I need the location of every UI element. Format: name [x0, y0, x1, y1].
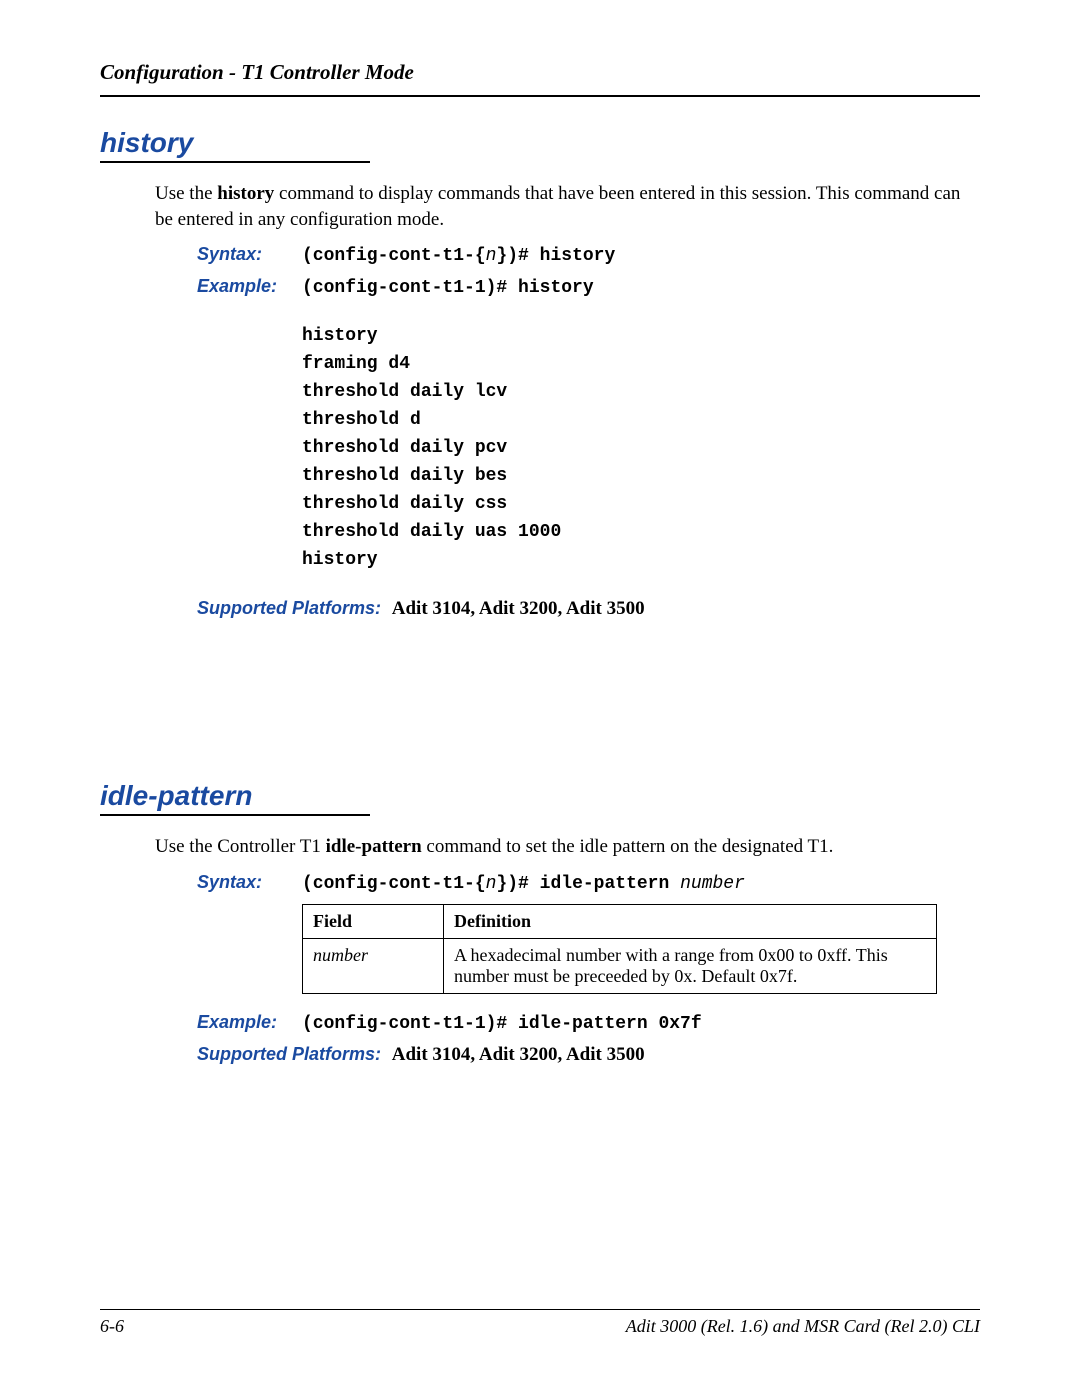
section-history: history Use the history command to displ… [100, 127, 980, 620]
th-field: Field [303, 904, 444, 938]
td-definition: A hexadecimal number with a range from 0… [444, 938, 937, 993]
output-line: threshold daily css [302, 494, 980, 514]
text: Use the Controller T1 [155, 836, 326, 857]
history-syntax-row: Syntax: (config-cont-t1-{n})# history [197, 244, 980, 266]
running-head: Configuration - T1 Controller Mode [100, 60, 980, 85]
history-output: history framing d4 threshold daily lcv t… [302, 326, 980, 570]
output-line: history [302, 326, 980, 346]
footer-row: 6-6 Adit 3000 (Rel. 1.6) and MSR Card (R… [100, 1316, 980, 1337]
table-header-row: Field Definition [303, 904, 937, 938]
idle-example-row: Example: (config-cont-t1-1)# idle-patter… [197, 1012, 980, 1034]
mono-var: n [486, 874, 497, 894]
page: Configuration - T1 Controller Mode histo… [0, 0, 1080, 1397]
supported-label: Supported Platforms: [197, 1044, 381, 1064]
example-value: (config-cont-t1-1)# idle-pattern 0x7f [302, 1014, 702, 1034]
syntax-label: Syntax: [197, 872, 302, 893]
footer: 6-6 Adit 3000 (Rel. 1.6) and MSR Card (R… [100, 1309, 980, 1337]
idle-syntax-row: Syntax: (config-cont-t1-{n})# idle-patte… [197, 872, 980, 894]
output-line: threshold daily bes [302, 466, 980, 486]
section-title-idle: idle-pattern [100, 780, 980, 812]
example-value: (config-cont-t1-1)# history [302, 278, 594, 298]
table-row: number A hexadecimal number with a range… [303, 938, 937, 993]
supported-value: Adit 3104, Adit 3200, Adit 3500 [392, 1044, 645, 1065]
page-number: 6-6 [100, 1316, 124, 1337]
supported-label: Supported Platforms: [197, 598, 381, 618]
output-line: threshold d [302, 410, 980, 430]
doc-title: Adit 3000 (Rel. 1.6) and MSR Card (Rel 2… [626, 1316, 980, 1337]
history-example-row: Example: (config-cont-t1-1)# history [197, 276, 980, 298]
title-rule [100, 814, 370, 816]
mono-arg: number [680, 874, 745, 894]
output-line: threshold daily uas 1000 [302, 522, 980, 542]
example-label: Example: [197, 1012, 302, 1033]
mono: (config-cont-t1-{ [302, 246, 486, 266]
mono-var: n [486, 246, 497, 266]
td-field-name: number [303, 938, 444, 993]
text-bold: idle-pattern [326, 836, 422, 857]
idle-supported: Supported Platforms: Adit 3104, Adit 320… [197, 1044, 980, 1066]
mono: })# idle-pattern [496, 874, 680, 894]
section-gap [100, 630, 980, 780]
syntax-value: (config-cont-t1-{n})# idle-pattern numbe… [302, 874, 745, 894]
idle-field-table: Field Definition number A hexadecimal nu… [302, 904, 937, 994]
syntax-value: (config-cont-t1-{n})# history [302, 246, 615, 266]
footer-rule [100, 1309, 980, 1310]
supported-value: Adit 3104, Adit 3200, Adit 3500 [392, 598, 645, 619]
text-bold: history [217, 183, 274, 204]
mono: (config-cont-t1-{ [302, 874, 486, 894]
output-line: threshold daily pcv [302, 438, 980, 458]
top-rule [100, 95, 980, 97]
mono: })# history [496, 246, 615, 266]
section-idle-pattern: idle-pattern Use the Controller T1 idle-… [100, 780, 980, 1066]
title-rule [100, 161, 370, 163]
output-line: threshold daily lcv [302, 382, 980, 402]
output-line: history [302, 550, 980, 570]
history-supported: Supported Platforms: Adit 3104, Adit 320… [197, 598, 980, 620]
idle-intro: Use the Controller T1 idle-pattern comma… [155, 834, 970, 860]
history-intro: Use the history command to display comma… [155, 181, 970, 232]
example-label: Example: [197, 276, 302, 297]
th-definition: Definition [444, 904, 937, 938]
text: Use the [155, 183, 217, 204]
text: command to set the idle pattern on the d… [422, 836, 834, 857]
text: command to display commands that have be… [155, 183, 960, 230]
syntax-label: Syntax: [197, 244, 302, 265]
section-title-history: history [100, 127, 980, 159]
output-line: framing d4 [302, 354, 980, 374]
